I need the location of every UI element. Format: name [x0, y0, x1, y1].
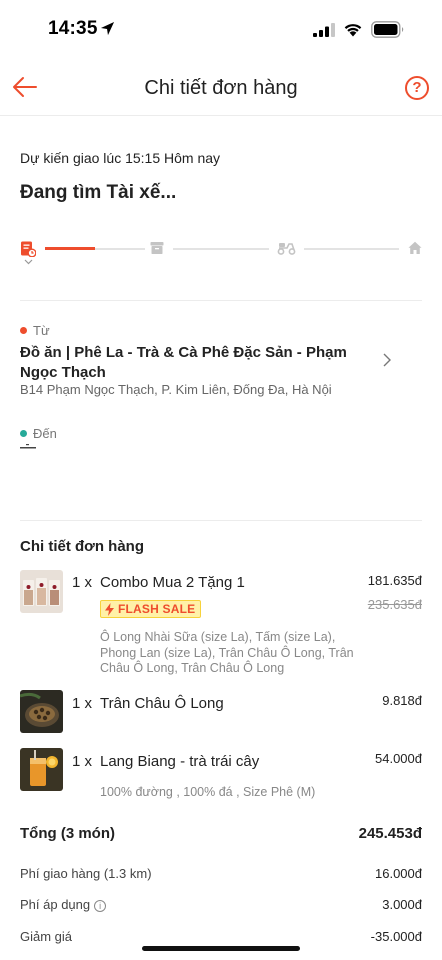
to-dot	[20, 430, 27, 437]
restaurant-address: B14 Phạm Ngọc Thạch, P. Kim Liên, Đống Đ…	[20, 382, 332, 397]
order-status-heading: Đang tìm Tài xế...	[20, 182, 177, 203]
delivery-fee-value: 16.000đ	[375, 866, 422, 881]
status-time: 14:35	[48, 18, 98, 39]
chevron-down-icon	[24, 259, 33, 265]
home-indicator[interactable]	[142, 946, 300, 951]
item-price: 54.000đ	[375, 751, 422, 766]
item-options: 100% đường , 100% đá , Size Phê (M)	[100, 785, 316, 799]
item-price: 9.818đ	[382, 693, 422, 708]
item-original-price: 235.635đ	[367, 597, 422, 612]
delivery-fee-label: Phí giao hàng (1.3 km)	[20, 866, 152, 881]
from-dot	[20, 327, 27, 334]
discount-value: -35.000đ	[370, 929, 422, 944]
item-quantity: 1 x	[72, 574, 93, 591]
progress-track-fill	[45, 247, 95, 250]
divider	[20, 300, 422, 301]
flash-sale-label: FLASH SALE	[118, 602, 196, 616]
scooter-icon	[277, 243, 296, 255]
eta-text: Dự kiến giao lúc 15:15 Hôm nay	[20, 150, 221, 166]
item-thumbnail	[20, 570, 63, 613]
item-thumbnail	[20, 748, 63, 791]
page-title: Chi tiết đơn hàng	[144, 77, 298, 99]
location-arrow-icon	[100, 21, 115, 36]
item-name: Combo Mua 2 Tặng 1	[100, 574, 245, 591]
delivery-progress-tracker	[20, 238, 430, 270]
lightning-icon	[105, 602, 114, 616]
flash-sale-badge: FLASH SALE	[100, 600, 202, 618]
item-thumbnail	[20, 690, 63, 733]
nav-bar: Chi tiết đơn hàng ?	[0, 62, 442, 116]
progress-track-3	[304, 248, 399, 250]
status-bar: 14:35	[0, 0, 442, 60]
restaurant-name[interactable]: Đồ ăn | Phê La - Trà & Cà Phê Đặc Sản - …	[20, 343, 380, 383]
battery-icon	[371, 21, 404, 38]
to-address-partial	[20, 444, 36, 449]
item-quantity: 1 x	[72, 695, 93, 712]
cellular-signal-icon	[313, 23, 335, 37]
service-fee-label: Phí áp dụng	[20, 897, 91, 912]
total-label: Tổng (3 món)	[20, 825, 115, 842]
wifi-icon	[344, 24, 362, 37]
item-quantity: 1 x	[72, 753, 93, 770]
discount-label: Giảm giá	[20, 929, 73, 944]
order-section-title: Chi tiết đơn hàng	[20, 538, 144, 555]
total-value: 245.453đ	[358, 825, 422, 842]
from-label: Từ	[33, 323, 50, 338]
divider	[20, 520, 422, 521]
info-icon[interactable]: i	[94, 900, 107, 912]
item-name: Trân Châu Ô Long	[100, 695, 224, 712]
package-icon	[150, 242, 164, 254]
item-options: Ô Long Nhài Sữa (size La), Tấm (size La)…	[100, 630, 354, 675]
service-fee-value: 3.000đ	[382, 897, 422, 912]
home-icon	[408, 241, 422, 254]
service-fee-row: Phí áp dụng i	[20, 897, 107, 912]
help-icon[interactable]: ?	[405, 76, 429, 100]
chevron-right-icon[interactable]	[381, 352, 393, 368]
item-price: 181.635đ	[367, 573, 422, 588]
to-label: Đến	[33, 426, 57, 441]
progress-track-2	[173, 248, 269, 250]
item-name: Lang Biang - trà trái cây	[100, 753, 260, 770]
order-placed-icon	[21, 241, 36, 257]
